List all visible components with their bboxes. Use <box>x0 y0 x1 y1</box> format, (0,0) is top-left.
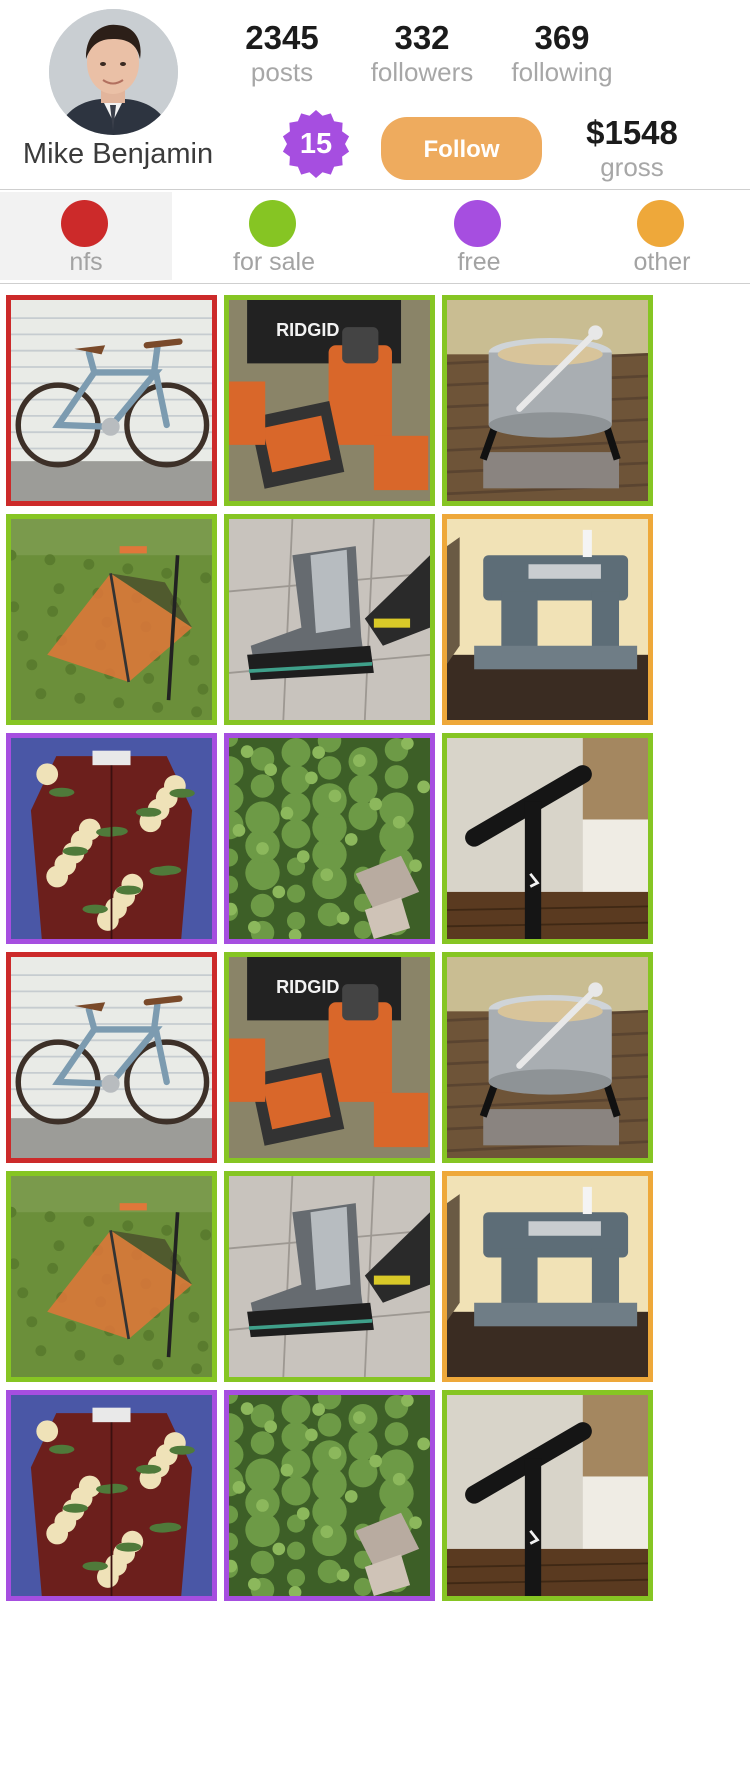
filter-free[interactable]: free <box>393 192 565 280</box>
post-photo-boot <box>229 1176 430 1377</box>
avatar-photo <box>49 9 178 135</box>
post-tile-boot[interactable] <box>224 514 435 725</box>
filter-label: other <box>633 248 691 276</box>
post-tile-tent[interactable] <box>6 1171 217 1382</box>
svg-text:RIDGID: RIDGID <box>276 320 339 340</box>
post-photo-kale-plants <box>229 738 430 939</box>
post-tile-bike-pump[interactable] <box>442 1390 653 1601</box>
post-tile-sewing-machine[interactable] <box>442 1171 653 1382</box>
post-tile-sewing-machine[interactable] <box>442 514 653 725</box>
filter-label: for sale <box>233 248 315 276</box>
other-dot-icon <box>637 200 684 247</box>
post-photo-bicycle <box>11 300 212 501</box>
post-photo-stock-pot <box>447 300 648 501</box>
posts-grid: RIDGID RIDGID <box>6 295 746 1779</box>
post-photo-bike-pump <box>447 1395 648 1596</box>
post-photo-kale-plants <box>229 1395 430 1596</box>
post-tile-kale-plants[interactable] <box>224 733 435 944</box>
post-tile-hawaiian-shirt[interactable] <box>6 1390 217 1601</box>
gross-label: gross <box>600 152 664 182</box>
level-badge: 15 <box>281 109 351 179</box>
post-tile-bike-pump[interactable] <box>442 733 653 944</box>
post-tile-bicycle[interactable] <box>6 295 217 506</box>
post-photo-tent <box>11 1176 212 1377</box>
post-tile-stock-pot[interactable] <box>442 295 653 506</box>
post-photo-sewing-machine <box>447 519 648 720</box>
filter-label: free <box>457 248 501 276</box>
post-photo-bike-pump <box>447 738 648 939</box>
post-photo-sewing-machine <box>447 1176 648 1377</box>
for-sale-dot-icon <box>249 200 296 247</box>
post-photo-boot <box>229 519 430 720</box>
post-tile-kale-plants[interactable] <box>224 1390 435 1601</box>
divider <box>0 189 750 190</box>
gross-value: $1548 <box>586 114 678 151</box>
filter-for-sale[interactable]: for sale <box>188 192 360 280</box>
profile-name: Mike Benjamin <box>22 138 214 170</box>
post-tile-bicycle[interactable] <box>6 952 217 1163</box>
post-tile-stock-pot[interactable] <box>442 952 653 1163</box>
badge-number: 15 <box>299 128 333 160</box>
post-tile-boot[interactable] <box>224 1171 435 1382</box>
post-tile-power-tools[interactable]: RIDGID <box>224 295 435 506</box>
post-tile-power-tools[interactable]: RIDGID <box>224 952 435 1163</box>
filter-other[interactable]: other <box>576 192 748 280</box>
post-photo-hawaiian-shirt <box>11 1395 212 1596</box>
filter-label: nfs <box>69 248 103 276</box>
filter-nfs[interactable]: nfs <box>0 192 172 280</box>
post-photo-power-tools: RIDGID <box>229 300 430 501</box>
nfs-dot-icon <box>61 200 108 247</box>
follow-button[interactable]: Follow <box>381 117 542 180</box>
post-photo-bicycle <box>11 957 212 1158</box>
post-tile-hawaiian-shirt[interactable] <box>6 733 217 944</box>
avatar[interactable] <box>49 9 178 135</box>
following-stat[interactable]: 369 following <box>477 19 647 87</box>
category-filter-bar: nfs for sale free other <box>0 192 750 280</box>
post-photo-tent <box>11 519 212 720</box>
following-label: following <box>511 57 613 87</box>
post-photo-stock-pot <box>447 957 648 1158</box>
profile-header: Mike Benjamin 2345 posts 332 followers 3… <box>0 0 750 189</box>
post-tile-tent[interactable] <box>6 514 217 725</box>
svg-text:RIDGID: RIDGID <box>276 977 339 997</box>
free-dot-icon <box>454 200 501 247</box>
following-count: 369 <box>534 19 590 56</box>
gross-stat: $1548 gross <box>547 114 717 182</box>
divider <box>0 283 750 284</box>
post-photo-hawaiian-shirt <box>11 738 212 939</box>
post-photo-power-tools: RIDGID <box>229 957 430 1158</box>
